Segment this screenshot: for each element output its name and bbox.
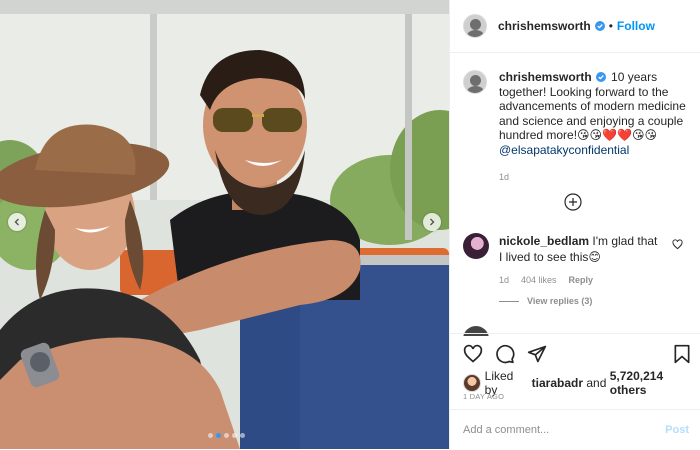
verified-badge-icon	[595, 72, 606, 82]
post-actions: Liked by tiarabadr and 5,720,214 others …	[450, 333, 700, 449]
carousel-dot	[224, 433, 229, 438]
share-icon[interactable]	[527, 344, 547, 364]
caption-username[interactable]: chrishemsworth	[499, 70, 592, 84]
first-liker[interactable]: tiarabadr	[532, 376, 583, 390]
comment-meta: 1d 404 likes Reply	[499, 275, 691, 285]
carousel-dot	[232, 433, 237, 438]
save-button[interactable]	[672, 344, 692, 369]
next-photo-button[interactable]	[423, 213, 441, 231]
reply-button[interactable]: Reply	[569, 275, 594, 285]
follow-separator: •	[608, 19, 613, 33]
comment-form: Post	[450, 409, 700, 450]
likes-conjunction: and	[586, 376, 607, 390]
likes-count[interactable]: 5,720,214 others	[610, 369, 700, 397]
carousel-indicator	[208, 433, 245, 438]
heart-icon[interactable]	[672, 239, 683, 250]
post-header: chrishemsworth • Follow	[450, 0, 700, 53]
chevron-left-icon	[14, 218, 19, 226]
couple-photo	[0, 0, 449, 449]
view-replies-button[interactable]: View replies (3)	[499, 296, 592, 306]
commenter-avatar[interactable]	[463, 233, 489, 259]
author-username[interactable]: chrishemsworth	[498, 19, 591, 33]
post-comment-button[interactable]: Post	[665, 424, 689, 436]
post-side-panel: chrishemsworth • Follow chrishemsworth 1…	[449, 0, 700, 449]
carousel-dot	[208, 433, 213, 438]
caption-emojis: 😘😘❤️❤️😘😘	[577, 128, 657, 143]
heart-icon[interactable]	[463, 344, 483, 364]
previous-photo-button[interactable]	[8, 213, 26, 231]
bookmark-icon	[674, 344, 690, 364]
comment-body: nickole_bedlam I'm glad that I lived to …	[499, 233, 659, 265]
carousel-dot-active	[216, 433, 221, 438]
author-avatar[interactable]	[463, 14, 487, 38]
post-date: 1 DAY AGO	[463, 392, 505, 401]
post-caption: chrishemsworth 10 years together! Lookin…	[463, 70, 691, 184]
instagram-post: chrishemsworth • Follow chrishemsworth 1…	[0, 0, 700, 449]
caption-avatar[interactable]	[463, 70, 487, 94]
verified-badge-icon	[594, 21, 605, 31]
plus-circle-icon[interactable]	[564, 193, 582, 211]
comment-input[interactable]	[463, 424, 666, 436]
liker-avatar[interactable]	[463, 374, 481, 392]
caption-mention-link[interactable]: @elsapatakyconfidential	[499, 143, 691, 158]
comment-icon[interactable]	[495, 344, 515, 364]
carousel-dot	[240, 433, 245, 438]
post-photo[interactable]	[0, 0, 449, 449]
comment-time: 1d	[499, 275, 510, 285]
caption-body: chrishemsworth 10 years together! Lookin…	[499, 70, 691, 184]
follow-button[interactable]: Follow	[617, 19, 655, 33]
comment-item: nickole_bedlam I'm glad that I lived to …	[463, 233, 691, 285]
caption-time: 1d	[499, 171, 510, 182]
commenter-username[interactable]: nickole_bedlam	[499, 234, 589, 248]
chevron-right-icon	[430, 218, 435, 226]
action-icons	[463, 344, 547, 364]
comment-likes[interactable]: 404 likes	[521, 275, 557, 285]
